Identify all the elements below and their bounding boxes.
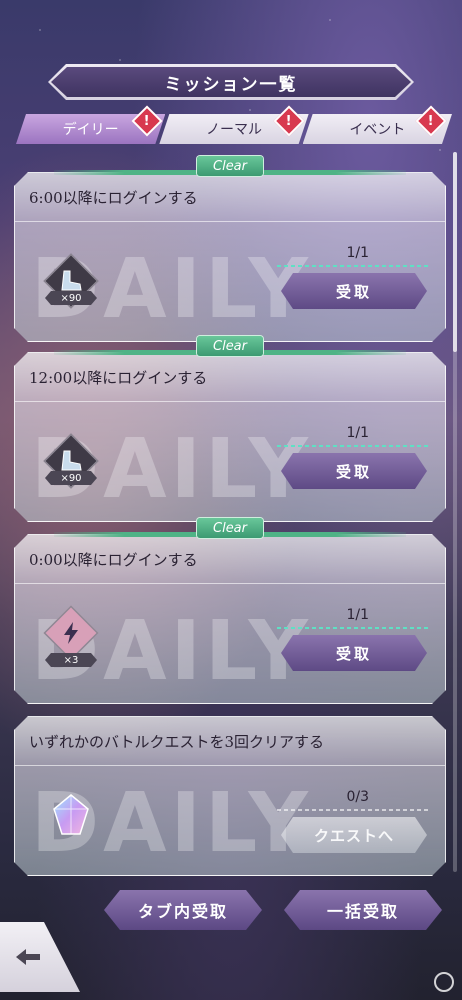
receive-button[interactable]: 受取 bbox=[281, 453, 427, 489]
tab-event-label: イベント bbox=[349, 122, 406, 138]
page-title-text: ミッション一覧 bbox=[164, 74, 298, 95]
bulk-receive-button[interactable]: 一括受取 bbox=[284, 890, 442, 930]
reward-quantity: ×90 bbox=[45, 471, 97, 485]
back-button[interactable] bbox=[0, 922, 80, 992]
receive-button[interactable]: 受取 bbox=[281, 273, 427, 309]
reward-item bbox=[45, 607, 97, 659]
card-divider bbox=[15, 765, 445, 766]
mission-progress: 1/1 bbox=[346, 607, 369, 623]
mission-progress: 0/3 bbox=[346, 789, 369, 805]
tab-normal-label: ノーマル bbox=[205, 122, 262, 138]
watermark-logo-icon bbox=[434, 972, 454, 992]
tab-daily-label: デイリー bbox=[62, 122, 119, 138]
card-divider bbox=[15, 401, 445, 402]
tab-bar: デイリー ノーマル イベント bbox=[16, 114, 446, 144]
progress-line bbox=[277, 809, 429, 811]
progress-line bbox=[277, 445, 429, 447]
crystal-icon bbox=[48, 792, 94, 838]
reward-quantity: ×3 bbox=[45, 653, 97, 667]
progress-line bbox=[277, 265, 429, 267]
receive-button[interactable]: 受取 bbox=[281, 635, 427, 671]
receive-tab-button[interactable]: タブ内受取 bbox=[104, 890, 262, 930]
back-arrow-icon bbox=[16, 949, 40, 965]
mission-progress: 1/1 bbox=[346, 425, 369, 441]
mission-text: 12:00以降にログインする bbox=[29, 369, 208, 387]
reward-quantity: ×90 bbox=[45, 291, 97, 305]
scrollbar[interactable] bbox=[453, 152, 457, 872]
card-divider bbox=[15, 583, 445, 584]
mission-card: DAILY 0:00以降にログインする 1/1 受取 ×3 bbox=[14, 534, 446, 704]
mission-card: DAILY 12:00以降にログインする 1/1 受取 ×90 bbox=[14, 352, 446, 522]
mission-card: DAILY 6:00以降にログインする 1/1 受取 ×90 bbox=[14, 172, 446, 342]
card-divider bbox=[15, 221, 445, 222]
page-title: ミッション一覧 bbox=[48, 64, 414, 100]
mission-text: 6:00以降にログインする bbox=[29, 189, 198, 207]
scrollbar-thumb[interactable] bbox=[453, 152, 457, 352]
mission-progress: 1/1 bbox=[346, 245, 369, 261]
mission-card: DAILY いずれかのバトルクエストを3回クリアする 0/3 クエストへ bbox=[14, 716, 446, 876]
progress-line bbox=[277, 627, 429, 629]
lightning-icon bbox=[57, 619, 85, 647]
go-to-quest-button[interactable]: クエストへ bbox=[281, 817, 427, 853]
reward-item bbox=[45, 789, 97, 841]
mission-text: いずれかのバトルクエストを3回クリアする bbox=[29, 733, 324, 751]
mission-text: 0:00以降にログインする bbox=[29, 551, 198, 569]
